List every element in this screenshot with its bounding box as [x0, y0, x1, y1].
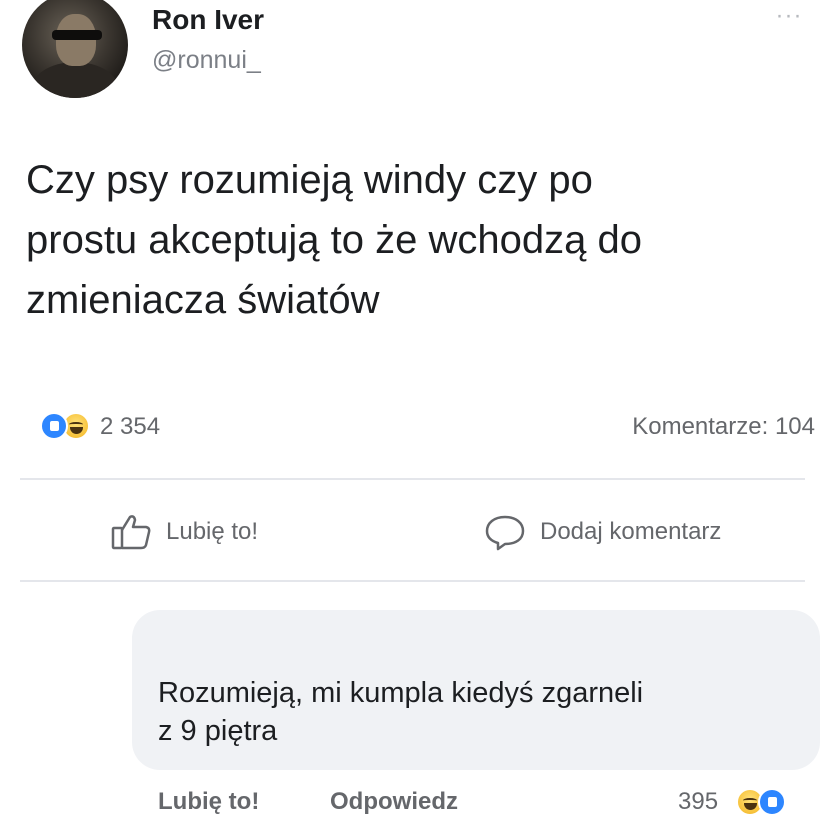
author-handle[interactable]: @ronnui_ [152, 46, 261, 75]
comments-count[interactable]: Komentarze: 104 [632, 413, 815, 441]
comment-reply-button[interactable]: Odpowiedz [330, 788, 458, 816]
avatar[interactable] [22, 0, 128, 98]
more-options-button[interactable]: ··· [772, 4, 806, 30]
post-text: Czy psy rozumieją windy czy po prostu ak… [26, 150, 816, 330]
thumbs-up-icon [110, 513, 152, 551]
comment-like-reaction-icon[interactable] [758, 788, 786, 816]
comment-bubble: Rozumieją, mi kumpla kiedyś zgarneli z 9… [132, 610, 820, 770]
like-button[interactable]: Lubię to! [110, 512, 258, 552]
add-comment-label: Dodaj komentarz [540, 518, 722, 545]
post-text-line: zmieniacza światów [26, 278, 380, 322]
reaction-count[interactable]: 2 354 [100, 413, 160, 441]
author-name[interactable]: Ron Iver [152, 4, 264, 36]
avatar-glasses [52, 30, 102, 40]
divider [20, 580, 805, 582]
comment-reaction-count[interactable]: 395 [678, 788, 718, 816]
avatar-shoulder [30, 62, 120, 98]
post-text-line: prostu akceptują to że wchodzą do [26, 218, 642, 262]
divider [20, 478, 805, 480]
comment-bubble-icon [484, 513, 526, 551]
comment-text-line: z 9 piętra [158, 715, 278, 747]
like-reaction-icon[interactable] [40, 412, 68, 440]
add-comment-button[interactable]: Dodaj komentarz [484, 512, 721, 552]
comment-text-line: Rozumieją, mi kumpla kiedyś zgarneli [158, 677, 644, 709]
like-button-label: Lubię to! [166, 518, 259, 545]
comment-like-button[interactable]: Lubię to! [158, 788, 259, 816]
post-text-line: Czy psy rozumieją windy czy po [26, 158, 593, 202]
avatar-face [56, 14, 96, 66]
comment-text: Rozumieją, mi kumpla kiedyś zgarneli z 9… [158, 674, 643, 750]
